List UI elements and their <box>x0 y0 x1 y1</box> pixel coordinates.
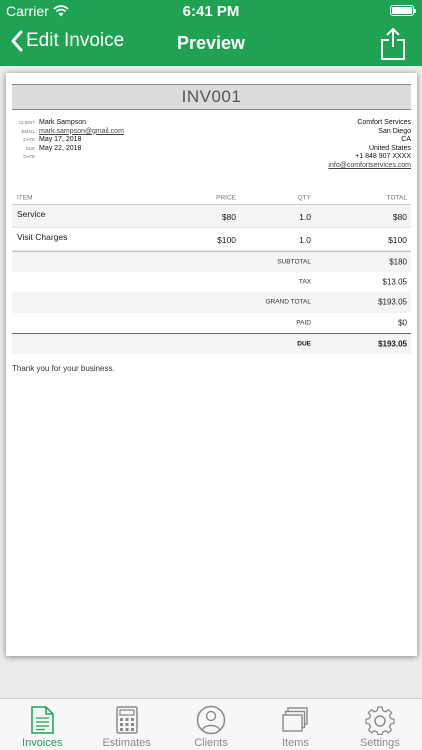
calculator-icon <box>115 706 138 734</box>
share-icon[interactable] <box>380 28 406 60</box>
stacked-items-icon <box>282 707 309 732</box>
nav-bar: Edit Invoice Preview <box>0 24 422 64</box>
paid-label: PAID <box>296 319 311 327</box>
tab-clients[interactable]: Clients <box>169 699 253 750</box>
due-value: $193.05 <box>378 339 407 349</box>
item-price: $100 <box>217 235 236 246</box>
company-state: CA <box>401 136 411 144</box>
grand-total-value: $193.05 <box>378 297 407 307</box>
item-total: $80 <box>392 212 407 223</box>
company-name: Comfort Services <box>357 119 411 126</box>
paid-value: $0 <box>398 318 407 328</box>
tab-label: Clients <box>194 737 228 749</box>
due-date: May 22, 2018 <box>39 144 82 152</box>
item-total: $100 <box>388 235 407 246</box>
invoice-date: May 17, 2018 <box>39 136 82 144</box>
tab-label: Settings <box>359 737 400 749</box>
client-row: DUE DATE May 22, 2018 <box>17 145 124 162</box>
invoice-document-icon <box>31 706 54 734</box>
client-row: EMAIL mark.sampson@gmail.com <box>17 128 124 137</box>
company-city: San Diego <box>378 127 411 135</box>
page-title: Preview <box>176 33 246 53</box>
column-header-total: TOTAL <box>386 194 407 202</box>
due-date-key: DUE DATE <box>23 145 35 160</box>
item-qty: 1.0 <box>299 212 311 223</box>
subtotal-row: SUBTOTAL $180 <box>12 251 411 272</box>
item-name: Visit Charges <box>17 231 68 242</box>
company-details: Comfort Services San Diego CA United Sta… <box>328 119 411 171</box>
item-qty: 1.0 <box>299 235 311 246</box>
tab-items[interactable]: Items <box>253 699 337 750</box>
date-key: DATE <box>23 137 35 143</box>
battery-fill <box>392 7 412 14</box>
tab-invoices[interactable]: Invoices <box>0 699 84 750</box>
email-key: EMAIL <box>21 128 35 134</box>
item-name: Service <box>17 208 46 219</box>
app-header: Carrier 6:41 PM Edit Invoice Preview <box>0 0 422 66</box>
client-row: CLIENT Mark Sampson <box>17 119 124 128</box>
column-header-item: ITEM <box>17 194 33 202</box>
line-items-table: ITEM PRICE QTY TOTAL Service $80 1.0 $80… <box>12 192 411 354</box>
table-row: Service $80 1.0 $80 <box>12 205 411 228</box>
tax-value: $13.05 <box>382 277 407 287</box>
tab-label: Invoices <box>22 737 63 749</box>
subtotal-label: SUBTOTAL <box>277 258 311 266</box>
tax-label: TAX <box>298 278 311 286</box>
tab-label: Estimates <box>102 737 151 749</box>
subtotal-value: $180 <box>389 257 407 267</box>
tab-bar: Invoices Estimates Clients Items Setting… <box>0 698 422 750</box>
client-name: Mark Sampson <box>39 119 87 126</box>
tax-row: TAX $13.05 <box>12 272 411 293</box>
due-row: DUE $193.05 <box>12 333 411 354</box>
company-country: United States <box>368 144 411 152</box>
thank-you-note: Thank you for your business. <box>12 364 115 373</box>
paid-row: PAID $0 <box>12 313 411 334</box>
tab-label: Items <box>281 737 309 749</box>
invoice-preview: INV001 CLIENT Mark Sampson EMAIL mark.sa… <box>6 73 417 656</box>
grand-total-row: GRAND TOTAL $193.05 <box>12 292 411 313</box>
status-time: 6:41 PM <box>182 3 240 20</box>
column-header-qty: QTY <box>297 194 311 202</box>
column-header-price: PRICE <box>216 194 236 202</box>
table-header: ITEM PRICE QTY TOTAL <box>12 192 411 205</box>
client-email-link[interactable]: mark.sampson@gmail.com <box>39 128 124 137</box>
client-row: DATE May 17, 2018 <box>17 136 124 145</box>
company-phone: +1 848 907 XXXX <box>355 153 411 161</box>
status-bar: Carrier 6:41 PM <box>0 0 422 22</box>
invoice-number: INV001 <box>12 84 411 110</box>
person-icon <box>196 705 226 735</box>
client-key: CLIENT <box>18 120 35 125</box>
battery-icon <box>390 5 416 16</box>
grand-total-label: GRAND TOTAL <box>265 298 311 306</box>
tab-estimates[interactable]: Estimates <box>84 699 168 750</box>
item-price: $80 <box>221 212 236 223</box>
gear-icon <box>365 706 395 735</box>
table-row: Visit Charges $100 1.0 $100 <box>12 228 411 251</box>
company-email-link[interactable]: info@comfortservices.com <box>328 162 411 171</box>
tab-settings[interactable]: Settings <box>338 699 422 750</box>
due-label: DUE <box>297 340 311 348</box>
client-details: CLIENT Mark Sampson EMAIL mark.sampson@g… <box>17 119 124 162</box>
